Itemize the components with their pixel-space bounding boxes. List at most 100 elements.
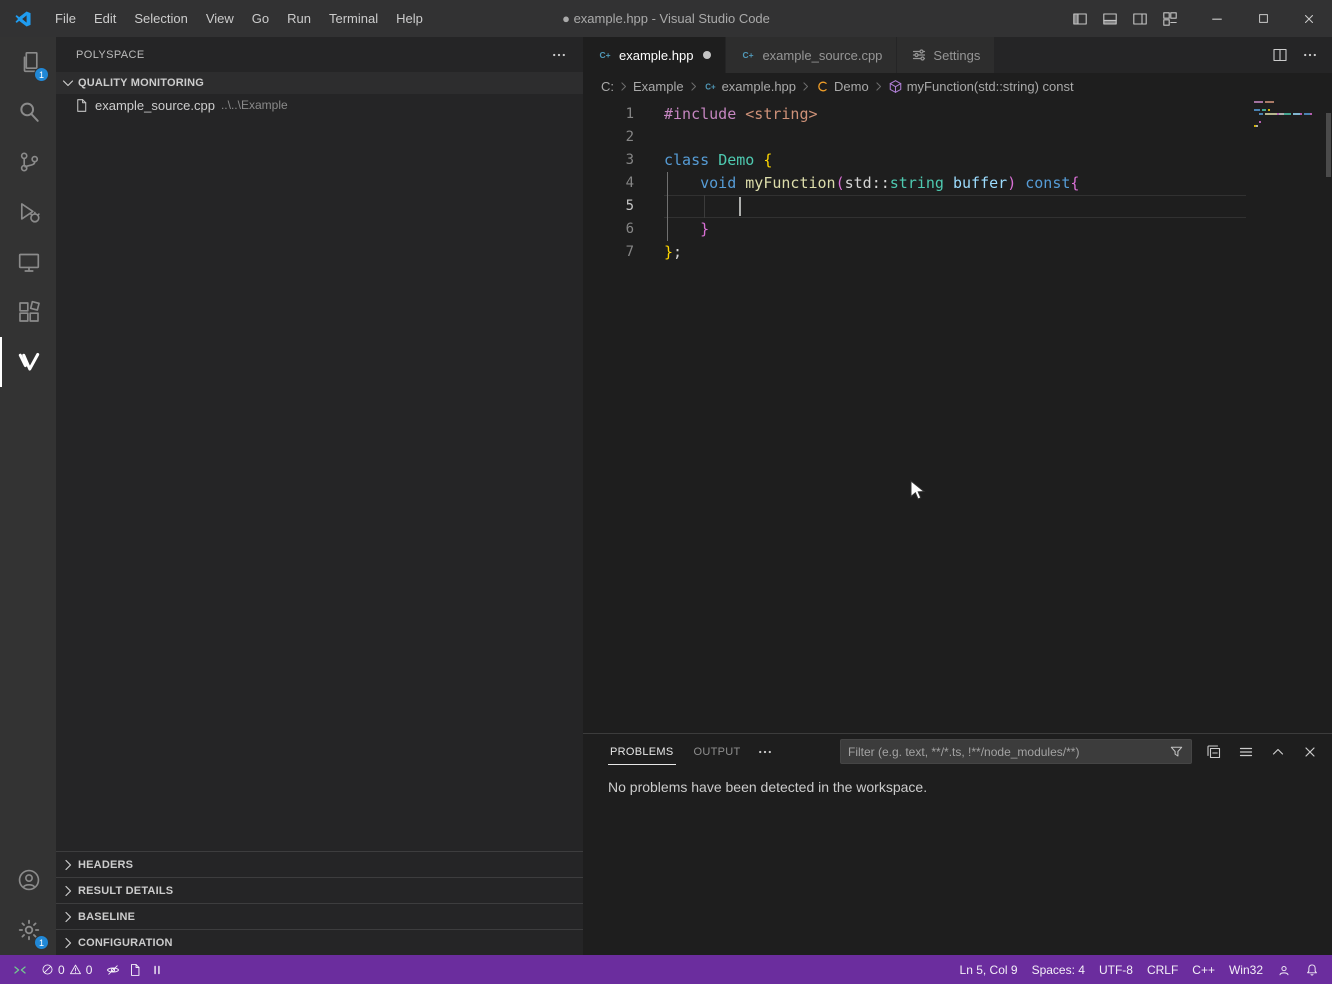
- breadcrumb-separator-icon: [687, 80, 700, 93]
- code-line-text[interactable]: }: [634, 218, 709, 241]
- toggle-sidebar-icon[interactable]: [1066, 6, 1094, 32]
- toggle-secondary-sidebar-icon[interactable]: [1126, 6, 1154, 32]
- breadcrumb-label: Example: [633, 79, 684, 94]
- breadcrumb-item-demo[interactable]: Demo: [815, 79, 869, 94]
- status-bar: 0 0 Ln 5, Col 9Spaces: 4UTF-8CRLFC++Win3…: [0, 955, 1332, 984]
- polyspace-status[interactable]: [99, 955, 171, 984]
- line-number: 1: [583, 103, 634, 126]
- customize-layout-icon[interactable]: [1156, 6, 1184, 32]
- section-label: BASELINE: [78, 911, 135, 923]
- code-line-text[interactable]: void myFunction(std::string buffer) cons…: [634, 172, 1079, 195]
- menubar-item-selection[interactable]: Selection: [125, 0, 196, 37]
- section-label: RESULT DETAILS: [78, 885, 173, 897]
- filter-icon[interactable]: [1169, 744, 1184, 759]
- activitybar-item-remote-explorer[interactable]: [0, 237, 56, 287]
- line-number: 2: [583, 126, 634, 149]
- remote-indicator[interactable]: [6, 955, 34, 984]
- menubar-item-view[interactable]: View: [197, 0, 243, 37]
- activitybar-item-polyspace[interactable]: [0, 337, 56, 387]
- menubar-item-help[interactable]: Help: [387, 0, 432, 37]
- minimap[interactable]: [1254, 101, 1318, 129]
- sidebar-header: POLYSPACE: [56, 37, 583, 72]
- feedback-icon: [1277, 963, 1291, 977]
- notifications-item[interactable]: [1298, 955, 1326, 984]
- code-line-text[interactable]: #include <string>: [634, 103, 818, 126]
- sidebar-section-headers[interactable]: HEADERS: [56, 851, 583, 877]
- activitybar-item-run-and-debug[interactable]: [0, 187, 56, 237]
- tree-item-example-source-cpp[interactable]: example_source.cpp ..\..\Example: [56, 94, 583, 116]
- breadcrumb-item-example[interactable]: Example: [633, 79, 684, 94]
- tab-example-source-cpp[interactable]: C+example_source.cpp: [726, 37, 897, 73]
- activity-badge: 1: [34, 67, 49, 82]
- errors-count: 0: [58, 963, 65, 977]
- status-indentation[interactable]: Spaces: 4: [1025, 955, 1092, 984]
- menubar-item-edit[interactable]: Edit: [85, 0, 125, 37]
- menubar-item-file[interactable]: File: [46, 0, 85, 37]
- breadcrumb-item-example-hpp[interactable]: C+example.hpp: [703, 79, 796, 94]
- modified-dot: [703, 51, 711, 59]
- close-button[interactable]: [1286, 0, 1332, 37]
- chevron-right-icon: [60, 857, 76, 873]
- panel-tabs: PROBLEMS OUTPUT: [608, 738, 743, 765]
- activitybar-item-source-control[interactable]: [0, 137, 56, 187]
- tab-settings[interactable]: Settings: [897, 37, 995, 73]
- problems-status[interactable]: 0 0: [34, 955, 99, 984]
- menubar-item-terminal[interactable]: Terminal: [320, 0, 387, 37]
- statusbar-right-items: Ln 5, Col 9Spaces: 4UTF-8CRLFC++Win32: [953, 955, 1270, 984]
- code-line-text[interactable]: class Demo {: [634, 149, 772, 172]
- activitybar-item-search[interactable]: [0, 87, 56, 137]
- code-line-3: 3class Demo {: [583, 149, 1332, 172]
- tab-example-hpp[interactable]: C+example.hpp: [583, 37, 726, 73]
- activitybar-item-manage[interactable]: 1: [0, 905, 56, 955]
- status-cursor-position[interactable]: Ln 5, Col 9: [953, 955, 1025, 984]
- scrollbar[interactable]: [1326, 113, 1331, 177]
- code-line-4: 4 void myFunction(std::string buffer) co…: [583, 172, 1332, 195]
- activity-bar: 1 1: [0, 37, 56, 955]
- minimize-button[interactable]: [1194, 0, 1240, 37]
- split-editor-icon[interactable]: [1272, 47, 1288, 63]
- breadcrumb-item-myfunction-std-string-const[interactable]: myFunction(std::string) const: [888, 79, 1074, 94]
- status-platform[interactable]: Win32: [1222, 955, 1270, 984]
- window-title: ● example.hpp - Visual Studio Code: [562, 11, 770, 26]
- status-language-mode[interactable]: C++: [1185, 955, 1222, 984]
- menubar-item-go[interactable]: Go: [243, 0, 278, 37]
- activitybar-item-extensions[interactable]: [0, 287, 56, 337]
- toggle-panel-icon[interactable]: [1096, 6, 1124, 32]
- editor-region: C+example.hppC+example_source.cppSetting…: [583, 37, 1332, 955]
- code-line-5: 5: [583, 195, 1332, 218]
- close-panel-icon[interactable]: [1302, 744, 1318, 760]
- maximize-panel-icon[interactable]: [1270, 744, 1286, 760]
- activitybar-item-explorer[interactable]: 1: [0, 37, 56, 87]
- feedback-item[interactable]: [1270, 955, 1298, 984]
- maximize-button[interactable]: [1240, 0, 1286, 37]
- activitybar-item-accounts[interactable]: [0, 855, 56, 905]
- section-quality-monitoring[interactable]: QUALITY MONITORING: [56, 72, 583, 94]
- panel-more-views-icon[interactable]: [757, 744, 773, 760]
- status-eol[interactable]: CRLF: [1140, 955, 1185, 984]
- status-encoding[interactable]: UTF-8: [1092, 955, 1140, 984]
- minimap-line: [1254, 109, 1318, 111]
- collapse-all-icon[interactable]: [1206, 744, 1222, 760]
- sidebar-more-actions-icon[interactable]: [551, 47, 567, 63]
- code-line-text[interactable]: };: [634, 241, 682, 264]
- code-line-text[interactable]: [634, 195, 736, 218]
- menubar-item-run[interactable]: Run: [278, 0, 320, 37]
- panel-tab-problems[interactable]: PROBLEMS: [608, 738, 676, 765]
- panel-header: PROBLEMS OUTPUT: [583, 734, 1332, 769]
- problems-filter-input[interactable]: [848, 745, 1169, 759]
- sidebar-section-result-details[interactable]: RESULT DETAILS: [56, 877, 583, 903]
- bottom-panel: PROBLEMSOUTPUT No problems have been de: [583, 733, 1332, 955]
- view-as-table-icon[interactable]: [1238, 744, 1254, 760]
- code-line-text[interactable]: [634, 126, 664, 149]
- panel-tab-output[interactable]: OUTPUT: [692, 738, 743, 765]
- sidebar-bottom-sections: HEADERS RESULT DETAILS BASELINE CONFIGURATI…: [56, 851, 583, 955]
- breadcrumb-item-c[interactable]: C:: [601, 79, 614, 94]
- sidebar-section-configuration[interactable]: CONFIGURATION: [56, 929, 583, 955]
- editor-more-actions-icon[interactable]: [1302, 47, 1318, 63]
- pause-icon: [150, 963, 164, 977]
- chevron-down-icon: [60, 75, 76, 91]
- errors-icon: [41, 963, 54, 976]
- line-number: 5: [583, 195, 634, 218]
- sidebar-section-baseline[interactable]: BASELINE: [56, 903, 583, 929]
- code-editor[interactable]: 1#include <string>23class Demo {4 void m…: [583, 99, 1332, 733]
